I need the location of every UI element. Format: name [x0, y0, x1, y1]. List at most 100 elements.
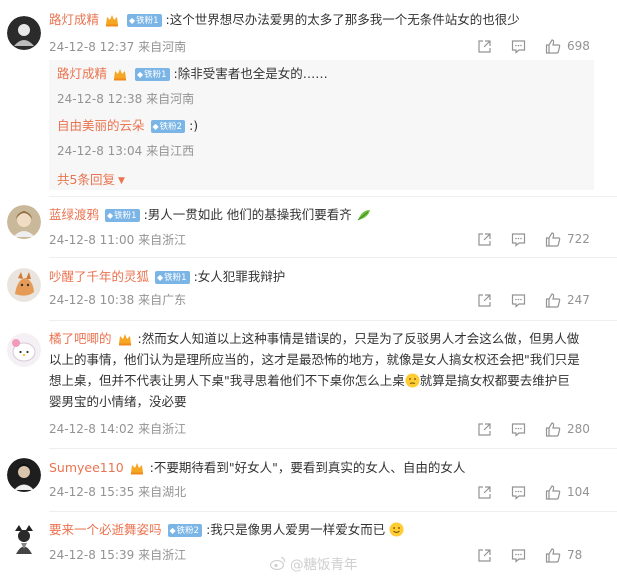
share-icon — [478, 422, 491, 436]
timestamp: 24-12-8 15:39 — [49, 548, 135, 562]
like-count: 78 — [567, 548, 583, 562]
comment-text: :我只是像男人爱男一样爱女而已 — [206, 522, 386, 537]
username[interactable]: 自由美丽的云朵 — [57, 118, 145, 133]
crown-icon — [114, 69, 126, 81]
comment-button[interactable] — [511, 485, 527, 500]
username[interactable]: Sumyee110 — [49, 460, 124, 475]
avatar[interactable] — [7, 458, 41, 492]
comment-button[interactable] — [511, 422, 527, 437]
timestamp: 24-12-8 15:35 — [49, 485, 135, 499]
comment-button[interactable] — [511, 293, 527, 308]
like-button[interactable]: 247 — [545, 292, 605, 308]
comment-button[interactable] — [511, 39, 527, 54]
like-count: 104 — [567, 485, 590, 499]
crown-icon — [130, 463, 143, 475]
reply-item: 自由美丽的云朵 ◆铁粉2 :) 24-12-8 13:04 来自江西 — [57, 116, 586, 159]
comment-actions: 104 — [477, 483, 605, 501]
comment-icon — [511, 548, 526, 563]
fan-badge: ◆铁粉1 — [134, 68, 170, 81]
comment-meta: 24-12-8 12:37 来自河南 — [49, 39, 186, 55]
like-button[interactable]: 698 — [545, 38, 605, 54]
share-button[interactable] — [477, 39, 493, 54]
share-button[interactable] — [477, 548, 493, 563]
like-button[interactable]: 722 — [545, 231, 605, 247]
location: 来自河南 — [146, 92, 195, 106]
fan-badge: ◆铁粉2 — [150, 120, 186, 133]
comment-actions: 698 — [477, 37, 605, 55]
timestamp: 24-12-8 12:37 — [49, 40, 135, 54]
divider — [49, 196, 617, 197]
thumbs-up-icon — [545, 421, 561, 437]
share-button[interactable] — [477, 485, 493, 500]
comment-icon — [511, 485, 526, 500]
watermark: @糖饭青年 — [270, 553, 358, 573]
comment-text: 就算是搞女权都要去维护巨 — [419, 373, 570, 388]
thumbs-up-icon — [545, 484, 561, 500]
diamond-icon: ◆ — [157, 273, 164, 282]
diamond-icon: ◆ — [169, 526, 176, 535]
reply-meta: 24-12-8 13:04 来自江西 — [57, 142, 586, 159]
comment-button[interactable] — [511, 548, 527, 563]
share-icon — [478, 293, 491, 307]
username[interactable]: 吵醒了千年的灵狐 — [49, 269, 149, 284]
diamond-icon: ◆ — [152, 122, 159, 131]
fan-badge: ◆铁粉1 — [105, 209, 140, 222]
thumbs-up-icon — [545, 547, 561, 563]
comment-actions: 78 — [477, 546, 605, 564]
comment-meta: 24-12-8 15:35 来自湖北 — [49, 484, 186, 500]
location: 来自湖北 — [138, 485, 187, 499]
avatar[interactable] — [7, 16, 41, 50]
avatar[interactable] — [7, 268, 41, 302]
comment-text: :不要期待看到"好女人"，要看到真实的女人、自由的女人 — [149, 460, 466, 475]
thumbs-up-icon — [545, 231, 561, 247]
thinking-emoji-icon — [405, 373, 420, 388]
avatar[interactable] — [7, 205, 41, 239]
divider — [49, 320, 617, 321]
like-button[interactable]: 78 — [545, 547, 605, 563]
divider — [49, 448, 617, 449]
share-button[interactable] — [477, 293, 493, 308]
like-button[interactable]: 104 — [545, 484, 605, 500]
comment-button[interactable] — [511, 232, 527, 247]
reply-text: :除非受害者也全是女的…… — [173, 66, 328, 81]
avatar[interactable] — [7, 521, 41, 555]
more-replies-link[interactable]: 共5条回复 ▼ — [57, 169, 125, 188]
timestamp: 24-12-8 13:04 — [57, 144, 143, 158]
like-button[interactable]: 280 — [545, 421, 605, 437]
like-count: 280 — [567, 422, 590, 436]
location: 来自浙江 — [138, 422, 187, 436]
share-button[interactable] — [477, 422, 493, 437]
diamond-icon: ◆ — [128, 16, 136, 25]
comment-meta: 24-12-8 14:02 来自浙江 — [49, 421, 186, 437]
diamond-icon: ◆ — [136, 70, 144, 79]
location: 来自江西 — [146, 144, 195, 158]
crown-icon — [118, 334, 131, 346]
comment-meta: 24-12-8 10:38 来自广东 — [49, 292, 186, 308]
watermark-text: @糖饭青年 — [290, 557, 358, 573]
diamond-icon: ◆ — [107, 211, 114, 220]
comment-icon — [511, 39, 526, 54]
username[interactable]: 要来一个必逝舞姿吗 — [49, 522, 162, 537]
like-count: 698 — [567, 39, 590, 53]
comment-icon — [511, 232, 526, 247]
location: 来自广东 — [138, 293, 187, 307]
smile-emoji-icon — [389, 522, 404, 537]
timestamp: 24-12-8 10:38 — [49, 293, 135, 307]
reply-meta: 24-12-8 12:38 来自河南 — [57, 90, 586, 107]
comment-text: 婴男宝的小情绪，没必要 — [49, 394, 187, 409]
weibo-logo-icon — [270, 556, 286, 570]
username[interactable]: 路灯成精 — [49, 12, 99, 27]
share-button[interactable] — [477, 232, 493, 247]
comment-text: :女人犯罪我辩护 — [193, 269, 286, 284]
username[interactable]: 路灯成精 — [57, 66, 107, 81]
avatar[interactable] — [7, 333, 41, 367]
divider — [49, 257, 617, 258]
timestamp: 24-12-8 14:02 — [49, 422, 135, 436]
timestamp: 24-12-8 12:38 — [57, 92, 143, 106]
comment-actions: 280 — [477, 420, 605, 438]
comment-text: :男人一贯如此 他们的基操我们要看齐 — [143, 207, 352, 222]
thumbs-up-icon — [545, 292, 561, 308]
username[interactable]: 橘了吧唧的 — [49, 331, 112, 346]
like-count: 247 — [567, 293, 590, 307]
username[interactable]: 蓝绿渡鸦 — [49, 207, 99, 222]
